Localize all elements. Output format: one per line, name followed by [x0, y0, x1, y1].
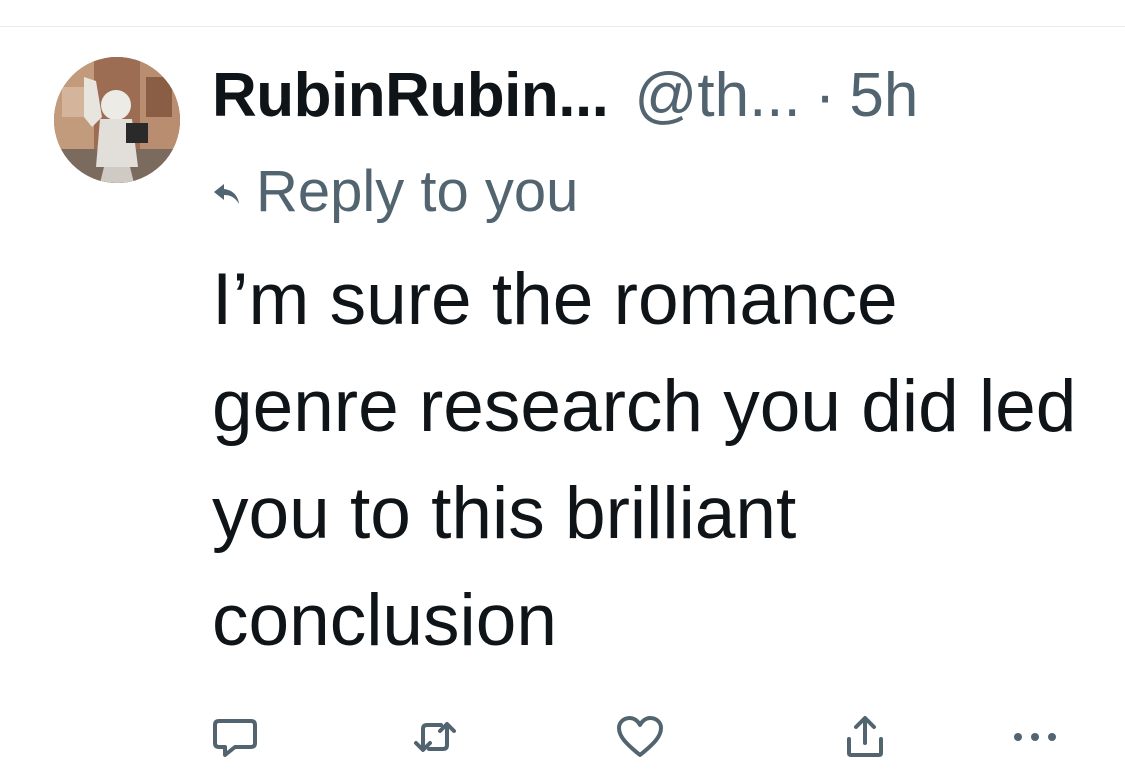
reply-context-label: Reply to you [256, 158, 579, 224]
more-icon [1014, 733, 1056, 741]
tweet-header: RubinRubin... @th... · 5h [212, 60, 1102, 148]
reply-arrow-icon [214, 184, 239, 204]
share-button[interactable] [835, 710, 895, 764]
avatar[interactable] [54, 57, 180, 183]
display-name[interactable]: RubinRubin... [212, 60, 609, 131]
more-button[interactable] [1005, 710, 1065, 764]
like-button[interactable] [610, 710, 670, 764]
user-handle[interactable]: @th... [634, 60, 800, 131]
tweet-content[interactable]: RubinRubin... @th... · 5h Reply to you I… [212, 60, 1102, 674]
retweet-button[interactable] [405, 710, 465, 764]
tweet-text: I’m sure the romance genre research you … [212, 259, 1077, 661]
timestamp[interactable]: 5h [849, 60, 918, 131]
avatar-statue-photo-icon [54, 57, 180, 183]
tweet-actions [205, 710, 1085, 764]
separator-dot: · [814, 61, 836, 130]
heart-icon [617, 716, 663, 757]
top-divider [0, 26, 1125, 27]
share-icon [847, 716, 883, 757]
reply-button[interactable] [205, 710, 265, 764]
comment-icon [213, 719, 257, 757]
retweet-icon [414, 722, 456, 752]
reply-context: Reply to you [212, 156, 1102, 226]
